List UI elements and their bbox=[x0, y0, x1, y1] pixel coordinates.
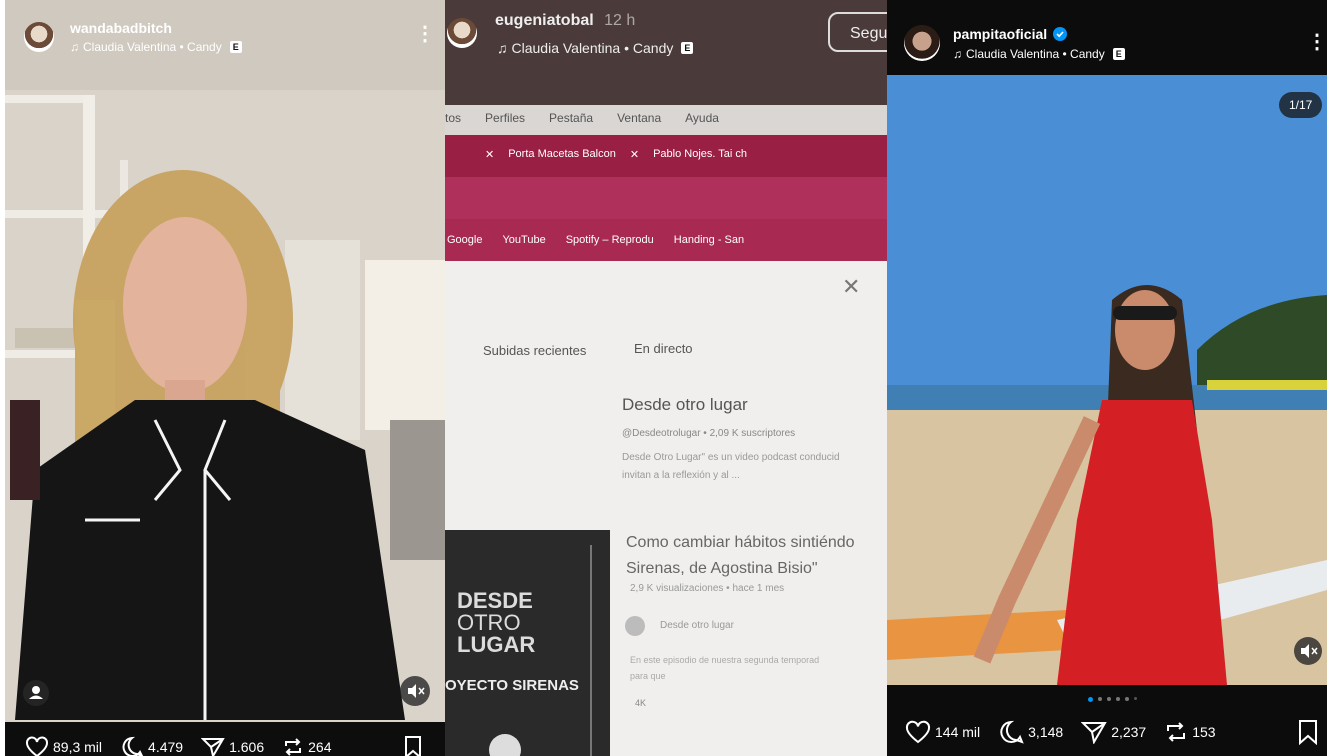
bookmark-item[interactable]: Spotify – Reprodu bbox=[566, 234, 654, 246]
video-channel[interactable]: Desde otro lugar bbox=[660, 620, 734, 631]
kebab-menu-icon[interactable]: ⋮ bbox=[1307, 32, 1327, 52]
bookmark-item[interactable]: Google bbox=[447, 234, 482, 246]
browser-tabs: ✕ Porta Macetas Balcon ✕ Pablo Nojes. Ta… bbox=[485, 148, 747, 161]
close-icon[interactable]: ✕ bbox=[630, 148, 639, 161]
action-bar: 144 mil 3,148 2,237 153 bbox=[905, 720, 1234, 744]
bookmark-icon[interactable] bbox=[403, 735, 423, 756]
channel-description: Desde Otro Lugar" es un video podcast co… bbox=[622, 452, 840, 463]
tab-item[interactable]: Porta Macetas Balcon bbox=[508, 148, 616, 161]
channel-title[interactable]: Desde otro lugar bbox=[622, 395, 748, 415]
comment-count: 4.479 bbox=[148, 739, 184, 755]
explicit-badge: E bbox=[1112, 48, 1125, 60]
like-count: 144 mil bbox=[935, 724, 981, 740]
avatar[interactable] bbox=[447, 18, 477, 48]
explicit-badge: E bbox=[681, 42, 694, 54]
filter-chip[interactable]: Subidas recientes bbox=[483, 343, 586, 358]
carousel-dot bbox=[1098, 697, 1102, 701]
video-title[interactable]: Como cambiar hábitos sintiéndo bbox=[626, 534, 855, 552]
channel-meta: @Desdeotrolugar • 2,09 K suscriptores bbox=[622, 428, 796, 439]
post-photo bbox=[887, 75, 1327, 685]
quality-badge: 4K bbox=[635, 698, 647, 708]
channel-description: invitan a la reflexión y al ... bbox=[622, 470, 740, 481]
bookmark-item[interactable]: Handing - San bbox=[674, 234, 744, 246]
bookmarks-bar: Google YouTube Spotify – Reprodu Handing… bbox=[447, 234, 744, 246]
avatar[interactable] bbox=[904, 25, 940, 61]
thumb-line: LUGAR bbox=[457, 632, 536, 657]
mute-icon[interactable] bbox=[400, 676, 430, 706]
music-note-icon: ♫ bbox=[70, 40, 79, 54]
video-meta: 2,9 K visualizaciones • hace 1 mes bbox=[630, 583, 785, 594]
menu-item[interactable]: Ventana bbox=[617, 111, 661, 125]
close-icon[interactable]: ✕ bbox=[842, 274, 860, 300]
post-photo bbox=[5, 0, 445, 756]
mute-icon[interactable] bbox=[1294, 637, 1322, 665]
repost-count: 264 bbox=[308, 739, 332, 755]
menu-item[interactable]: tos bbox=[445, 111, 461, 125]
carousel-dot bbox=[1107, 697, 1111, 701]
carousel-dot bbox=[1134, 697, 1137, 700]
carousel-dot bbox=[1125, 697, 1129, 701]
thumb-line: OTRO bbox=[457, 610, 521, 635]
share-count: 2,237 bbox=[1111, 724, 1147, 740]
song-info[interactable]: ♫ Claudia Valentina • Candy E bbox=[953, 47, 1125, 61]
song-info[interactable]: ♫ Claudia Valentina • Candy E bbox=[70, 40, 242, 54]
heart-icon[interactable] bbox=[25, 736, 49, 756]
tab-item[interactable]: Pablo Nojes. Tai ch bbox=[653, 148, 747, 161]
username-text: eugeniatobal bbox=[495, 12, 594, 29]
verified-icon bbox=[1053, 27, 1068, 41]
repost-count: 153 bbox=[1192, 724, 1216, 740]
browser-menu: tos Perfiles Pestaña Ventana Ayuda bbox=[445, 111, 719, 125]
song-title: Claudia Valentina • Candy bbox=[83, 40, 222, 54]
username-text: pampitaoficial bbox=[953, 26, 1048, 42]
song-info[interactable]: ♫ Claudia Valentina • Candy E bbox=[497, 40, 694, 56]
carousel-dots bbox=[1088, 697, 1137, 702]
bookmark-item[interactable]: YouTube bbox=[502, 234, 545, 246]
thumbnail-footer: OYECTO SIRENAS bbox=[445, 677, 579, 694]
comment-count: 3,148 bbox=[1028, 724, 1064, 740]
repost-icon[interactable] bbox=[282, 736, 304, 756]
kebab-menu-icon[interactable]: ⋮ bbox=[415, 24, 435, 44]
tagged-user-icon[interactable] bbox=[23, 680, 49, 706]
carousel-dot bbox=[1116, 697, 1120, 701]
music-note-icon: ♫ bbox=[953, 47, 962, 61]
post-eugeniatobal: eugeniatobal 12 h ♫ Claudia Valentina • … bbox=[445, 0, 887, 756]
video-title[interactable]: Sirenas, de Agostina Bisio" bbox=[626, 560, 818, 578]
share-icon[interactable] bbox=[1081, 720, 1107, 744]
post-pampitaoficial: pampitaoficial ♫ Claudia Valentina • Can… bbox=[887, 0, 1327, 756]
menu-item[interactable]: Pestaña bbox=[549, 111, 593, 125]
share-count: 1.606 bbox=[229, 739, 265, 755]
video-description: En este episodio de nuestra segunda temp… bbox=[630, 655, 820, 665]
avatar[interactable] bbox=[24, 22, 54, 52]
repost-icon[interactable] bbox=[1164, 720, 1188, 744]
post-time: 12 h bbox=[604, 12, 636, 29]
like-count: 89,3 mil bbox=[53, 739, 103, 755]
close-icon[interactable]: ✕ bbox=[485, 148, 494, 161]
heart-icon[interactable] bbox=[905, 720, 931, 744]
filter-chip[interactable]: En directo bbox=[634, 341, 693, 356]
username[interactable]: pampitaoficial bbox=[953, 26, 1068, 42]
song-title: Claudia Valentina • Candy bbox=[966, 47, 1105, 61]
music-note-icon: ♫ bbox=[497, 40, 508, 56]
explicit-badge: E bbox=[229, 41, 242, 53]
menu-item[interactable]: Perfiles bbox=[485, 111, 525, 125]
username[interactable]: eugeniatobal 12 h bbox=[495, 12, 635, 30]
share-icon[interactable] bbox=[201, 736, 225, 756]
follow-button[interactable]: Segu bbox=[828, 12, 887, 52]
carousel-counter: 1/17 bbox=[1279, 92, 1323, 118]
bookmark-icon[interactable] bbox=[1297, 719, 1319, 745]
song-title: Claudia Valentina • Candy bbox=[511, 40, 674, 56]
username[interactable]: wandabadbitch bbox=[70, 20, 172, 36]
thumbnail-title: DESDE OTRO LUGAR bbox=[457, 590, 535, 656]
comment-icon[interactable] bbox=[998, 720, 1024, 744]
comment-icon[interactable] bbox=[120, 736, 144, 756]
action-bar: 89,3 mil 4.479 1.606 264 bbox=[25, 736, 349, 756]
post-wandabadbitch: wandabadbitch ♫ Claudia Valentina • Cand… bbox=[5, 0, 445, 756]
carousel-dot-active bbox=[1088, 697, 1093, 702]
menu-item[interactable]: Ayuda bbox=[685, 111, 719, 125]
video-description: para que bbox=[630, 671, 666, 681]
thumb-line: DESDE bbox=[457, 588, 533, 613]
